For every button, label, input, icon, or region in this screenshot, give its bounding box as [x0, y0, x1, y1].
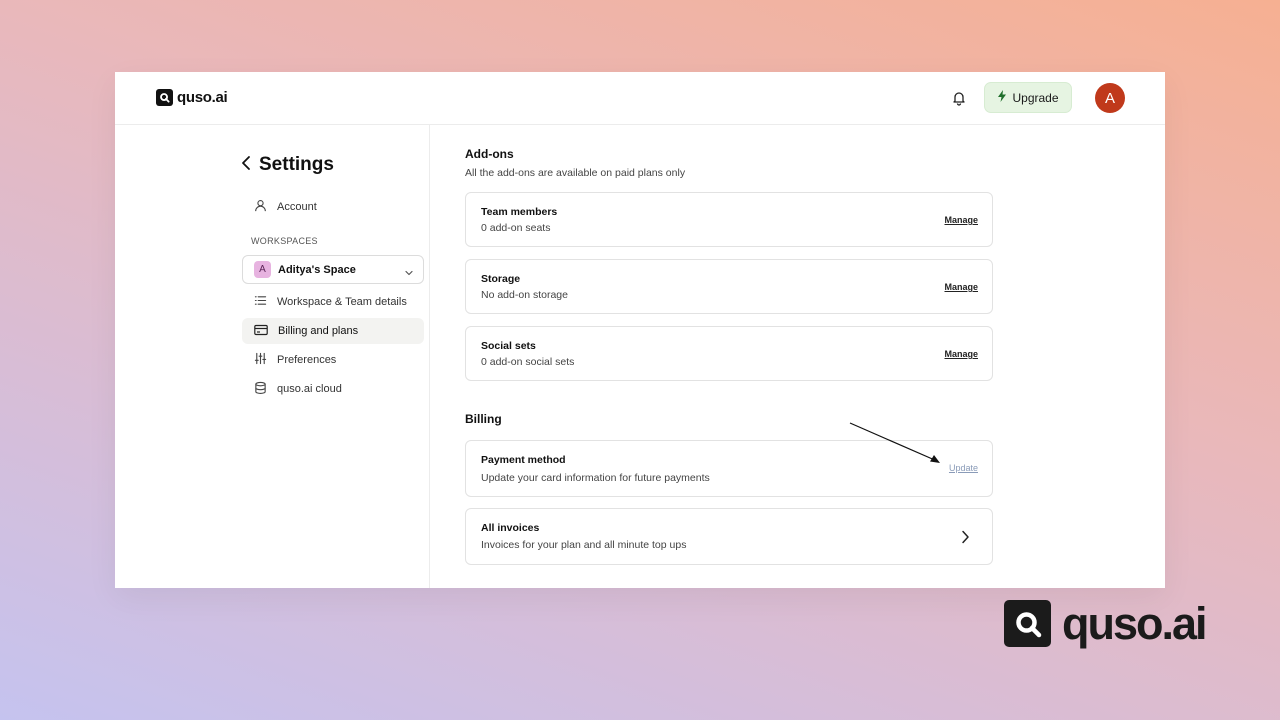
sidebar-item-label: Account — [277, 201, 317, 213]
sliders-icon — [254, 352, 267, 368]
sidebar-item-cloud[interactable]: quso.ai cloud — [242, 376, 424, 402]
card-title: All invoices — [481, 522, 540, 534]
page-title: Settings — [259, 154, 334, 175]
lightning-icon — [997, 90, 1007, 105]
card-subtitle: 0 add-on seats — [481, 222, 551, 234]
sidebar-item-label: Preferences — [277, 354, 337, 366]
card-subtitle: Invoices for your plan and all minute to… — [481, 539, 687, 551]
workspace-badge: A — [254, 261, 271, 278]
sidebar-divider — [429, 125, 430, 588]
sidebar-item-label: Workspace & Team details — [277, 296, 407, 308]
workspace-select[interactable]: A Aditya's Space — [242, 255, 424, 284]
sidebar-item-account[interactable]: Account — [242, 194, 424, 220]
logo-mark-icon — [156, 89, 173, 106]
app-window: quso.ai Upgrade A Settings Account WORKS… — [115, 72, 1165, 588]
update-payment-link[interactable]: Update — [949, 463, 978, 473]
avatar[interactable]: A — [1095, 83, 1125, 113]
chevron-right-icon[interactable] — [961, 530, 970, 549]
bell-icon[interactable] — [951, 90, 967, 106]
brand-mark-icon — [1004, 600, 1051, 647]
sidebar-item-workspace-team[interactable]: Workspace & Team details — [242, 289, 424, 315]
sidebar-item-label: Billing and plans — [278, 325, 359, 337]
addon-card-team-members: Team members 0 add-on seats Manage — [465, 192, 993, 247]
manage-storage-link[interactable]: Manage — [944, 282, 978, 292]
upgrade-label: Upgrade — [1012, 90, 1059, 105]
top-bar: quso.ai Upgrade A — [115, 72, 1165, 125]
workspaces-label: WORKSPACES — [251, 236, 318, 246]
annotation-arrow-icon — [849, 422, 940, 463]
sidebar-item-preferences[interactable]: Preferences — [242, 347, 424, 373]
settings-header: Settings — [241, 154, 334, 176]
brand-text: quso.ai — [1062, 598, 1208, 649]
database-icon — [254, 381, 267, 398]
addon-card-social-sets: Social sets 0 add-on social sets Manage — [465, 326, 993, 381]
card-title: Team members — [481, 206, 558, 218]
billing-card-invoices[interactable]: All invoices Invoices for your plan and … — [465, 508, 993, 565]
list-icon — [254, 294, 267, 310]
brand-logo: quso.ai — [1004, 598, 1208, 649]
chevron-left-icon[interactable] — [241, 155, 251, 176]
chevron-down-icon — [404, 265, 414, 283]
card-title: Payment method — [481, 454, 566, 466]
card-subtitle: No add-on storage — [481, 289, 568, 301]
upgrade-button[interactable]: Upgrade — [984, 82, 1072, 113]
sidebar-item-billing[interactable]: Billing and plans — [242, 318, 424, 344]
workspace-name: Aditya's Space — [278, 263, 356, 276]
card-title: Social sets — [481, 340, 536, 352]
card-title: Storage — [481, 273, 521, 285]
card-subtitle: Update your card information for future … — [481, 472, 710, 484]
sidebar-item-label: quso.ai cloud — [277, 383, 342, 395]
manage-social-sets-link[interactable]: Manage — [944, 349, 978, 359]
logo[interactable]: quso.ai — [156, 89, 228, 106]
user-icon — [254, 199, 267, 215]
addon-card-storage: Storage No add-on storage Manage — [465, 259, 993, 314]
addons-title: Add-ons — [465, 147, 514, 161]
credit-card-icon — [254, 324, 268, 339]
billing-title: Billing — [465, 412, 502, 426]
manage-team-members-link[interactable]: Manage — [944, 215, 978, 225]
addons-subtitle: All the add-ons are available on paid pl… — [465, 167, 686, 179]
card-subtitle: 0 add-on social sets — [481, 356, 575, 368]
logo-text: quso.ai — [177, 89, 228, 106]
